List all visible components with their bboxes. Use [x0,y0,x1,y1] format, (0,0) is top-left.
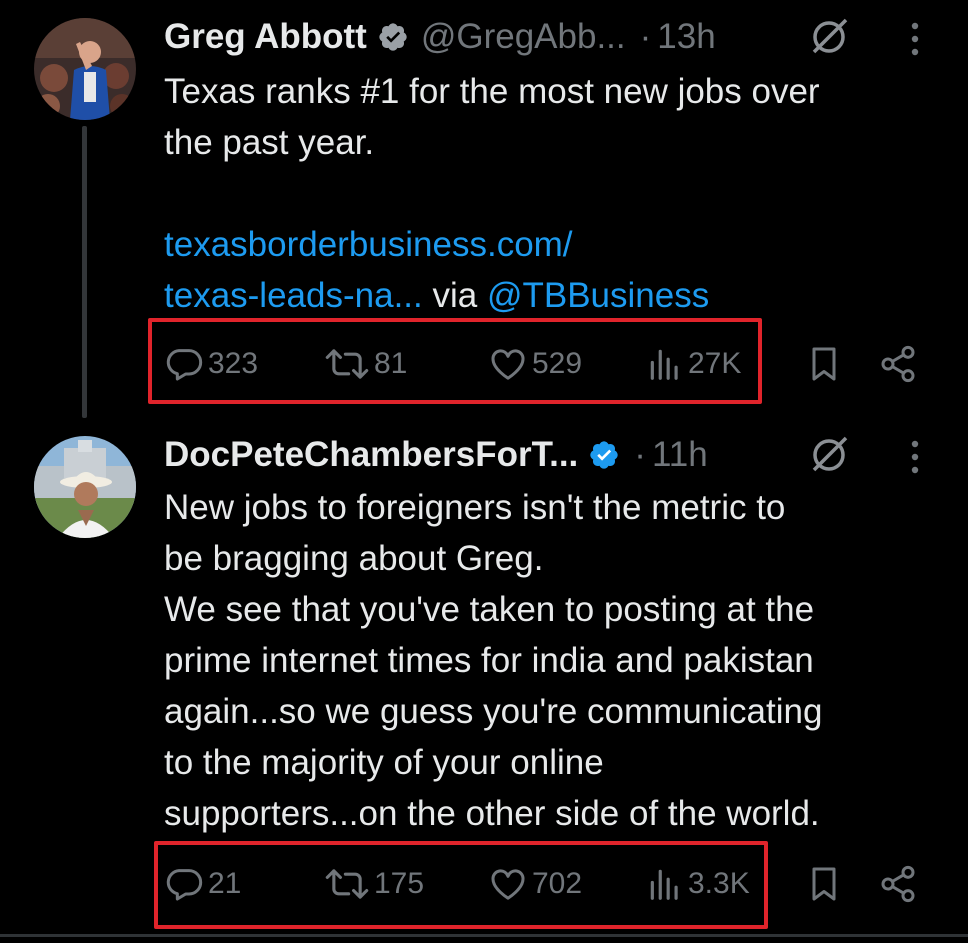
more-icon[interactable] [903,438,927,478]
link-url-continued[interactable]: texas-leads-na... [164,276,423,315]
text-line: Texas ranks #1 for the most new jobs ove… [164,72,820,111]
share-button[interactable] [878,340,918,388]
bookmark-icon [812,867,836,901]
timestamp[interactable]: 13h [657,17,715,57]
text-line: New jobs to foreigners isn't the metric … [164,488,786,527]
grok-icon[interactable] [808,14,852,58]
text-line: We see that you've taken to posting at t… [164,590,815,629]
text-line: supporters...on the other side of the wo… [164,794,820,833]
thread-connector-line [82,126,87,418]
avatar-docpete[interactable] [34,436,136,538]
author-handle[interactable]: @GregAbb... [421,17,626,57]
highlight-box-engagement [148,318,762,404]
text-line: again...so we guess you're communicating [164,692,823,731]
tweet-header: DocPeteChambersForT... · 11h [164,432,708,478]
text-line: texas-leads-na... via @TBBusiness [164,270,928,321]
text-line: the past year. [164,123,375,162]
via-text: via [422,276,487,315]
more-icon[interactable] [903,20,927,60]
divider [0,934,968,937]
author-name[interactable]: DocPeteChambersForT... [164,435,578,475]
tweet-text: New jobs to foreigners isn't the metric … [164,482,928,839]
tweet-header: Greg Abbott @GregAbb... · 13h [164,14,716,60]
bookmark-button[interactable] [804,340,844,388]
verified-badge-icon [377,21,409,53]
share-icon [881,865,915,903]
bookmark-icon [812,347,836,381]
link-url[interactable]: texasborderbusiness.com/ [164,225,573,264]
text-line: be bragging about Greg. [164,539,544,578]
mention-link[interactable]: @TBBusiness [487,276,709,315]
author-name[interactable]: Greg Abbott [164,17,367,57]
separator-dot: · [634,435,646,474]
highlight-box-engagement [154,841,768,929]
text-line: prime internet times for india and pakis… [164,641,814,680]
verified-badge-icon [588,439,620,471]
text-line: texasborderbusiness.com/ [164,219,928,270]
timestamp[interactable]: 11h [652,435,708,475]
avatar-greg-abbott[interactable] [34,18,136,120]
share-button[interactable] [878,860,918,908]
grok-icon[interactable] [808,432,852,476]
tweet-text: Texas ranks #1 for the most new jobs ove… [164,66,928,321]
tweet-greg-abbott[interactable]: Greg Abbott @GregAbb... · 13h Texas rank… [0,0,968,418]
share-icon [881,345,915,383]
tweet-docpete[interactable]: DocPeteChambersForT... · 11h New jobs to… [0,408,968,943]
separator-dot: · [639,17,652,56]
bookmark-button[interactable] [804,860,844,908]
text-line: to the majority of your online [164,743,604,782]
